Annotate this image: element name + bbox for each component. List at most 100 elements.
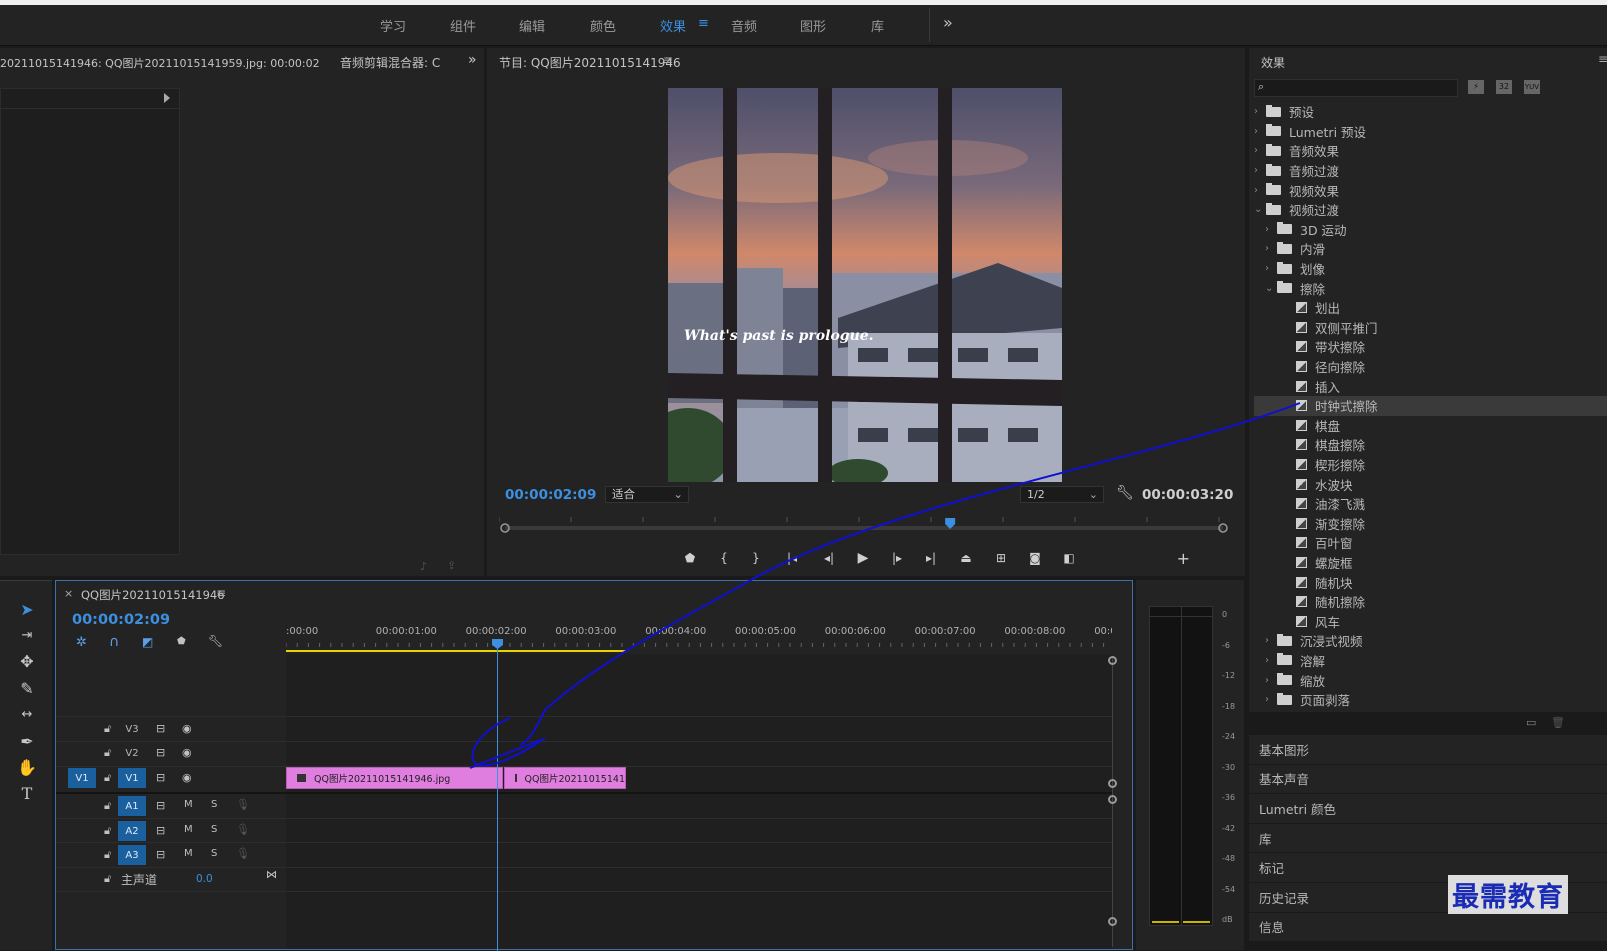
video-frame[interactable]: What's past is prologue.	[668, 88, 1062, 482]
program-monitor-title[interactable]: 节目: QQ图片20211015141946	[499, 54, 681, 71]
effects-folder[interactable]: › 音频过渡	[1254, 161, 1607, 181]
delete-icon[interactable]: 🗑︎	[1551, 716, 1565, 729]
effect-item[interactable]: 棋盘擦除	[1254, 435, 1607, 455]
solo-button[interactable]: S	[211, 824, 217, 835]
chevron-down-icon[interactable]: ⌄	[1254, 204, 1266, 215]
effects-folder[interactable]: ⌄ 视频过渡	[1254, 200, 1607, 220]
panel-menu-icon[interactable]: ≡	[216, 586, 226, 600]
export-frame-icon[interactable]: ◙	[1018, 551, 1052, 565]
scroll-handle[interactable]	[1108, 656, 1117, 665]
dock-panel-tab[interactable]: 基本图形	[1249, 734, 1607, 764]
play-icon[interactable]: ▶	[846, 550, 880, 566]
go-to-in-icon[interactable]: |◂	[772, 551, 812, 565]
more-workspaces-icon[interactable]: »	[943, 13, 953, 32]
track-v2-label[interactable]: V2	[118, 743, 146, 763]
effects-folder[interactable]: › 划像	[1254, 259, 1607, 279]
effect-item[interactable]: 带状擦除	[1254, 337, 1607, 357]
audio-clip-mixer-tab[interactable]: 音频剪辑混合器: C	[340, 54, 444, 71]
effect-item[interactable]: 划出	[1254, 298, 1607, 318]
sequence-tab[interactable]: QQ图片20211015141946	[81, 587, 225, 603]
source-clip-title[interactable]: 20211015141946: QQ图片20211015141959.jpg: …	[0, 55, 320, 71]
effect-item[interactable]: 楔形擦除	[1254, 455, 1607, 475]
effects-folder[interactable]: › 页面剥落	[1254, 690, 1607, 708]
chevron-right-icon[interactable]: ›	[1265, 635, 1277, 646]
effect-item[interactable]: 随机块	[1254, 572, 1607, 592]
eye-icon[interactable]: ◉	[182, 722, 192, 735]
effects-folder[interactable]: › Lumetri 预设	[1254, 122, 1607, 142]
lock-icon[interactable]: 🔓︎	[104, 824, 111, 838]
timeline-clip[interactable]: QQ图片20211015141	[504, 767, 626, 789]
chevron-right-icon[interactable]: ›	[1254, 145, 1266, 156]
track-a1-label[interactable]: A1	[118, 796, 146, 816]
track-v1-label[interactable]: V1	[118, 768, 146, 788]
lock-icon[interactable]: 🔓︎	[104, 872, 111, 886]
sync-lock-icon[interactable]: ⊟	[156, 746, 165, 759]
eye-icon[interactable]: ◉	[182, 746, 192, 759]
eye-icon[interactable]: ◉	[182, 771, 192, 784]
scroll-handle[interactable]	[1108, 917, 1117, 926]
add-marker-icon[interactable]: ⬟	[672, 551, 708, 565]
effects-folder[interactable]: › 视频效果	[1254, 180, 1607, 200]
workspace-menu-icon[interactable]: ≡	[698, 16, 709, 31]
work-area-bar[interactable]	[286, 650, 626, 652]
track-select-tool-icon[interactable]: ⇥	[14, 624, 40, 646]
fit-dropdown[interactable]: 适合 ⌄	[605, 486, 689, 503]
solo-button[interactable]: S	[211, 799, 217, 810]
effect-item[interactable]: 螺旋框	[1254, 553, 1607, 573]
chevron-right-icon[interactable]: ›	[1265, 224, 1277, 235]
workspace-tab[interactable]: 效果	[660, 16, 686, 35]
chevron-right-icon[interactable]: ›	[1254, 165, 1266, 176]
effects-folder[interactable]: › 音频效果	[1254, 141, 1607, 161]
mute-button[interactable]: M	[184, 799, 193, 810]
microphone-icon[interactable]: 🎙︎	[236, 823, 250, 836]
expand-arrow-icon[interactable]	[164, 93, 170, 103]
type-tool-icon[interactable]: T	[14, 782, 40, 804]
mark-out-icon[interactable]: }	[740, 551, 772, 565]
effects-search-input[interactable]: ⌕	[1254, 79, 1458, 97]
effect-item[interactable]: 棋盘	[1254, 416, 1607, 436]
timeline-settings-wrench-icon[interactable]: 🔧︎	[208, 634, 223, 648]
sync-lock-icon[interactable]: ⊟	[156, 722, 165, 735]
scroll-handle[interactable]	[1108, 795, 1117, 804]
32bit-effects-icon[interactable]: 32	[1496, 80, 1512, 94]
effect-item[interactable]: 百叶窗	[1254, 533, 1607, 553]
effect-item[interactable]: 渐变擦除	[1254, 513, 1607, 533]
button-editor-icon[interactable]: +	[1086, 549, 1190, 568]
dock-panel-tab[interactable]: 基本声音	[1249, 763, 1607, 794]
effects-folder[interactable]: › 3D 运动	[1254, 220, 1607, 240]
lock-icon[interactable]: 🔓︎	[104, 799, 111, 813]
extract-icon[interactable]: ⊞	[984, 551, 1018, 565]
playhead[interactable]	[497, 641, 498, 951]
workspace-tab[interactable]: 库	[871, 16, 884, 35]
accelerated-effects-icon[interactable]: ⚡	[1468, 80, 1484, 94]
ripple-edit-tool-icon[interactable]: ✥	[14, 650, 40, 672]
effect-item[interactable]: 水波块	[1254, 474, 1607, 494]
chevron-right-icon[interactable]: ›	[1254, 126, 1266, 137]
linked-selection-icon[interactable]: ◩	[142, 635, 153, 649]
dock-panel-tab[interactable]: 库	[1249, 822, 1607, 853]
effects-folder[interactable]: › 沉浸式视频	[1254, 631, 1607, 651]
timeline-timecode[interactable]: 00:00:02:09	[72, 612, 170, 628]
comparison-view-icon[interactable]: ◧	[1052, 551, 1086, 565]
add-marker-icon[interactable]: ⬟	[177, 636, 186, 647]
effects-folder[interactable]: › 缩放	[1254, 670, 1607, 690]
workspace-tab[interactable]: 学习	[380, 16, 406, 35]
lock-icon[interactable]: 🔓︎	[104, 746, 111, 760]
chevron-right-icon[interactable]: ›	[1254, 185, 1266, 196]
slip-tool-icon[interactable]: ↔	[14, 703, 40, 725]
mark-in-icon[interactable]: {	[708, 551, 740, 565]
chevron-right-icon[interactable]: ›	[1265, 263, 1277, 274]
hand-tool-icon[interactable]: ✋	[14, 756, 40, 778]
workspace-tab[interactable]: 组件	[450, 16, 476, 35]
panel-overflow-icon[interactable]: »	[468, 52, 477, 68]
resolution-dropdown[interactable]: 1/2 ⌄	[1020, 486, 1104, 503]
go-to-end-icon[interactable]: ⋈	[266, 868, 277, 881]
chevron-right-icon[interactable]: ›	[1265, 655, 1277, 666]
lock-icon[interactable]: 🔓︎	[104, 771, 111, 785]
razor-tool-icon[interactable]: ✎	[14, 677, 40, 699]
track-v3-label[interactable]: V3	[118, 719, 146, 739]
pen-tool-icon[interactable]: ✒	[14, 730, 40, 752]
effect-item[interactable]: 时钟式擦除	[1254, 395, 1607, 416]
effects-folder[interactable]: › 预设	[1254, 102, 1607, 122]
settings-wrench-icon[interactable]: 🔧︎	[1116, 485, 1134, 501]
